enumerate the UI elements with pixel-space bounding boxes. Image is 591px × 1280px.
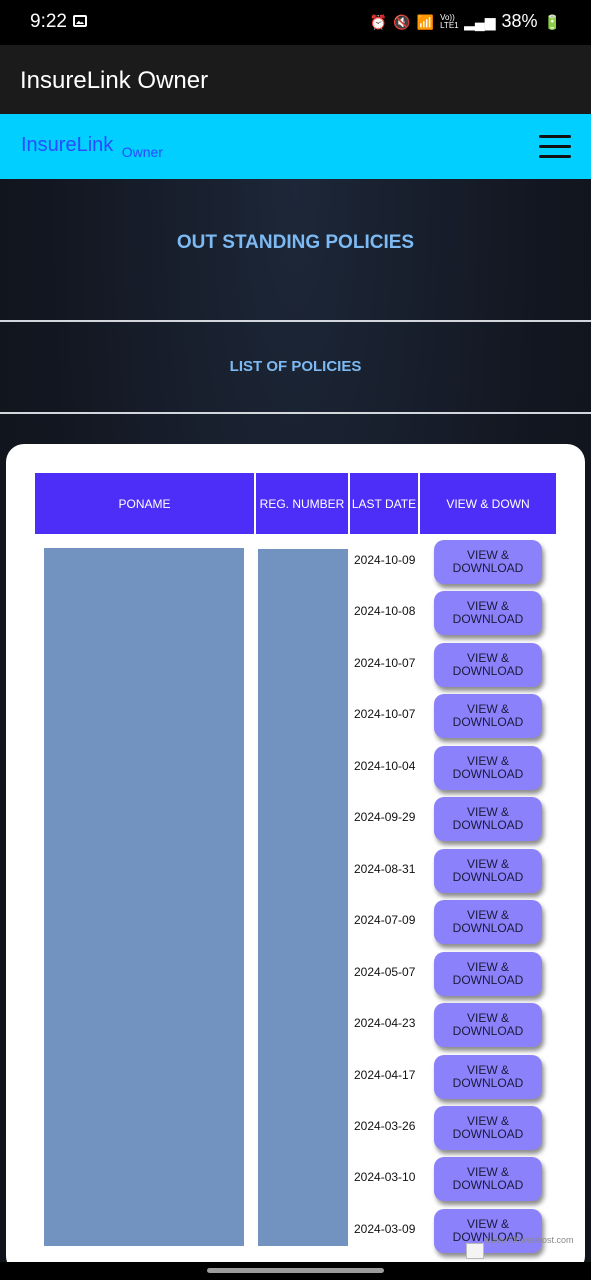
policy-last-date: 2024-04-23 xyxy=(354,1016,416,1030)
brand-name: InsureLink xyxy=(21,134,114,156)
image-icon xyxy=(73,15,87,27)
policy-last-date: 2024-09-29 xyxy=(354,810,416,824)
view-download-button[interactable]: VIEW & DOWNLOAD xyxy=(434,1106,542,1150)
policy-last-date: 2024-08-31 xyxy=(354,862,416,876)
header-reg-number: REG. NUMBER xyxy=(256,473,348,534)
divider xyxy=(0,412,591,414)
mute-icon: 🔇 xyxy=(393,13,411,30)
policy-last-date: 2024-10-09 xyxy=(354,553,416,567)
view-download-button[interactable]: VIEW & DOWNLOAD xyxy=(434,591,542,635)
app-bar: InsureLink Owner xyxy=(0,45,591,114)
redacted-poname-column xyxy=(44,548,244,1246)
policy-last-date: 2024-10-04 xyxy=(354,759,416,773)
brand-subtitle: Owner xyxy=(121,144,163,160)
battery-icon: 🔋 xyxy=(543,13,561,30)
volte-icon: Vo)) LTE1 xyxy=(440,12,459,30)
view-download-button[interactable]: VIEW & DOWNLOAD xyxy=(434,952,542,996)
broken-image-icon xyxy=(466,1243,484,1259)
redacted-reg-number-column xyxy=(258,549,348,1246)
brand-link[interactable]: InsureLink Owner xyxy=(21,134,163,160)
view-download-button[interactable]: VIEW & DOWNLOAD xyxy=(434,694,542,738)
view-download-button[interactable]: VIEW & DOWNLOAD xyxy=(434,1055,542,1099)
site-navbar: InsureLink Owner xyxy=(0,114,591,179)
policy-last-date: 2024-03-26 xyxy=(354,1119,416,1133)
view-download-button[interactable]: VIEW & DOWNLOAD xyxy=(434,797,542,841)
host-watermark: www.000webhost.com xyxy=(484,1235,574,1245)
view-download-button[interactable]: VIEW & DOWNLOAD xyxy=(434,643,542,687)
policy-last-date: 2024-03-10 xyxy=(354,1170,416,1184)
view-download-button[interactable]: VIEW & DOWNLOAD xyxy=(434,1209,542,1253)
header-poname: PONAME xyxy=(35,473,254,534)
section-title: LIST OF POLICIES xyxy=(229,358,362,375)
policy-last-date: 2024-03-09 xyxy=(354,1222,416,1236)
policy-last-date: 2024-10-07 xyxy=(354,707,416,721)
view-download-button[interactable]: VIEW & DOWNLOAD xyxy=(434,746,542,790)
status-time: 9:22 xyxy=(30,11,67,32)
wifi-icon: 📶 xyxy=(416,13,435,30)
view-download-button[interactable]: VIEW & DOWNLOAD xyxy=(434,900,542,944)
policy-last-date: 2024-05-07 xyxy=(354,965,416,979)
battery-percent: 38% xyxy=(501,11,538,31)
divider xyxy=(0,320,591,322)
status-bar: 9:22 ⏰ 🔇 📶 Vo)) LTE1 ▂▄▆ 38% 🔋 xyxy=(0,0,591,45)
policy-last-date: 2024-10-08 xyxy=(354,604,416,618)
alarm-icon: ⏰ xyxy=(369,13,388,30)
policy-last-date: 2024-07-09 xyxy=(354,913,416,927)
view-download-button[interactable]: VIEW & DOWNLOAD xyxy=(434,1157,542,1201)
hamburger-icon[interactable] xyxy=(539,135,571,159)
view-download-button[interactable]: VIEW & DOWNLOAD xyxy=(434,540,542,584)
view-download-button[interactable]: VIEW & DOWNLOAD xyxy=(434,1003,542,1047)
app-title: InsureLink Owner xyxy=(20,67,209,94)
page-title: OUT STANDING POLICIES xyxy=(176,232,415,253)
policy-last-date: 2024-04-17 xyxy=(354,1068,416,1082)
policy-last-date: 2024-10-07 xyxy=(354,656,416,670)
view-download-button[interactable]: VIEW & DOWNLOAD xyxy=(434,849,542,893)
header-view-download: VIEW & DOWN xyxy=(420,473,556,534)
home-indicator[interactable] xyxy=(207,1268,384,1273)
header-last-date: LAST DATE xyxy=(350,473,418,534)
status-icons: ⏰ 🔇 📶 Vo)) LTE1 ▂▄▆ 38% 🔋 xyxy=(370,11,561,32)
signal-icon: ▂▄▆ xyxy=(464,13,496,30)
